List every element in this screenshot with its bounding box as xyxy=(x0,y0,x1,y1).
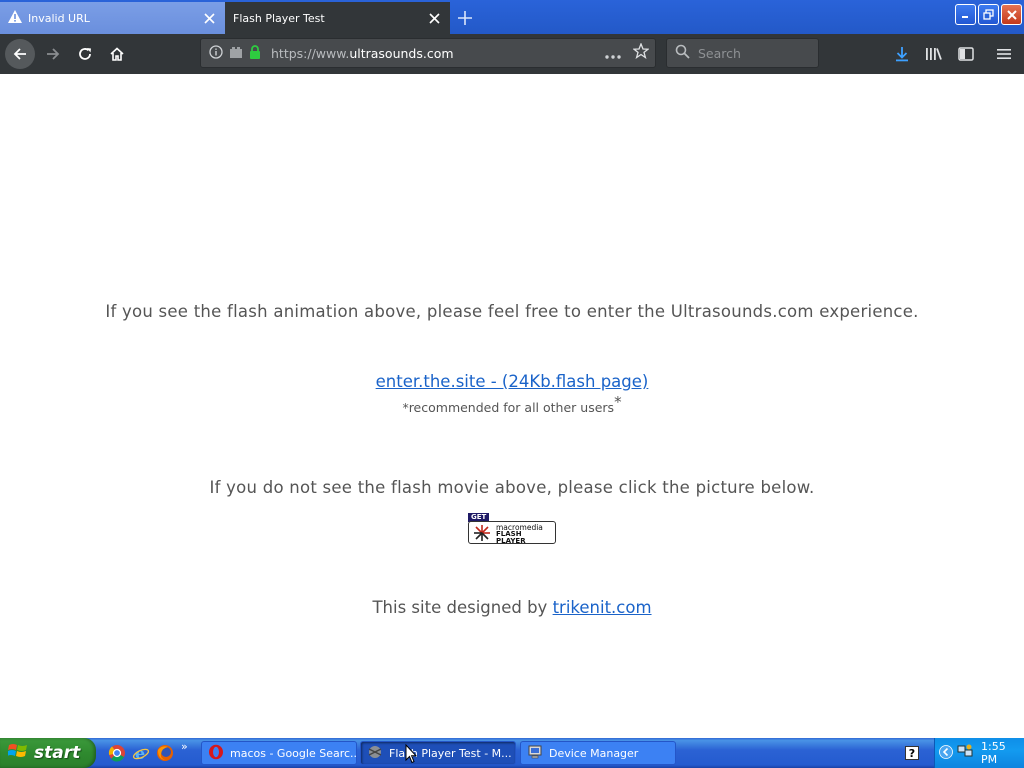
restore-button[interactable] xyxy=(978,4,999,25)
close-tab-icon[interactable] xyxy=(426,10,442,26)
search-icon xyxy=(675,44,690,63)
forward-button[interactable] xyxy=(37,38,69,70)
warning-icon xyxy=(8,10,22,26)
flash-intro-text: If you see the flash animation above, pl… xyxy=(105,302,919,321)
mouse-cursor-icon xyxy=(405,743,418,768)
task-label: Device Manager xyxy=(549,746,639,760)
close-tab-icon[interactable] xyxy=(201,10,217,26)
url-text[interactable]: https://www.ultrasounds.com xyxy=(271,46,605,61)
tab-strip: Invalid URL Flash Player Test xyxy=(0,0,1024,34)
reload-button[interactable] xyxy=(69,38,101,70)
toolbar-right xyxy=(886,38,1020,70)
recommended-text: *recommended for all other users xyxy=(402,400,615,416)
system-tray: 1:55 PM xyxy=(934,738,1024,768)
url-prefix: https://www. xyxy=(271,45,350,61)
window-controls xyxy=(955,4,1022,25)
computer-icon xyxy=(527,744,543,763)
close-window-button[interactable] xyxy=(1001,4,1022,25)
network-icon[interactable] xyxy=(957,743,973,763)
address-bar[interactable]: https://www.ultrasounds.com xyxy=(200,38,656,68)
search-input[interactable]: Search xyxy=(698,46,741,61)
badge-box: macromedia FLASH PLAYER xyxy=(468,521,556,544)
task-label: macos - Google Searc... xyxy=(230,746,357,760)
recommended-star: * xyxy=(614,393,622,411)
task-device-manager[interactable]: Device Manager xyxy=(520,741,676,765)
firefox-icon[interactable] xyxy=(156,744,174,766)
clock[interactable]: 1:55 PM xyxy=(981,740,1024,766)
internet-explorer-icon[interactable]: e xyxy=(132,744,150,766)
designed-by-row: This site designed by trikenit.com xyxy=(0,598,1024,617)
tab-flash-player-test[interactable]: Flash Player Test xyxy=(225,2,450,34)
info-icon[interactable] xyxy=(209,44,223,63)
tray-expand-icon[interactable] xyxy=(939,744,953,763)
task-flash-player-test[interactable]: Flash Player Test - M... xyxy=(360,741,516,765)
tab-invalid-url[interactable]: Invalid URL xyxy=(0,2,225,34)
search-bar[interactable]: Search xyxy=(666,38,819,68)
flash-logo-icon xyxy=(473,524,491,546)
navigation-toolbar: https://www.ultrasounds.com Search xyxy=(0,34,1024,74)
page-content: If you see the flash animation above, pl… xyxy=(0,74,1024,738)
help-icon[interactable]: ? xyxy=(905,746,919,760)
library-icon[interactable] xyxy=(918,38,950,70)
back-button[interactable] xyxy=(5,39,35,69)
url-suffix: .com xyxy=(422,45,454,61)
badge-player-word: PLAYER xyxy=(496,536,526,545)
designer-link[interactable]: trikenit.com xyxy=(553,598,652,617)
start-label: start xyxy=(34,743,81,763)
minimize-button[interactable] xyxy=(955,4,976,25)
menu-icon[interactable] xyxy=(988,38,1020,70)
quick-launch: e xyxy=(108,744,174,766)
start-button[interactable]: start xyxy=(0,738,96,768)
quick-launch-more[interactable]: » xyxy=(181,740,188,753)
task-google-search[interactable]: macos - Google Searc... xyxy=(201,741,357,765)
badge-flash-player: FLASH PLAYER xyxy=(496,531,526,545)
no-flash-text: If you do not see the flash movie above,… xyxy=(209,478,815,497)
downloads-icon[interactable] xyxy=(886,38,918,70)
tab-label: Flash Player Test xyxy=(233,11,325,25)
get-flash-player-badge[interactable]: GET macromedia FLASH PLAYER xyxy=(468,513,556,544)
enter-site-link[interactable]: enter.the.site - (24Kb.flash page) xyxy=(376,372,649,391)
sidebar-icon[interactable] xyxy=(950,38,982,70)
lock-icon[interactable] xyxy=(249,44,261,63)
opera-icon xyxy=(208,744,224,763)
bookmark-star-icon[interactable] xyxy=(632,42,650,63)
recommended-note: *recommended for all other users* xyxy=(0,393,1024,415)
designed-by-text: This site designed by xyxy=(372,598,548,617)
url-domain: ultrasounds xyxy=(349,45,423,61)
chrome-icon[interactable] xyxy=(108,744,126,766)
browser-task-icon xyxy=(367,744,383,763)
taskbar: start e » macos - Google Searc... Flash … xyxy=(0,738,1024,768)
page-actions-icon[interactable] xyxy=(605,44,621,63)
tab-label: Invalid URL xyxy=(28,11,90,25)
new-tab-button[interactable] xyxy=(450,2,480,34)
enter-site-row: enter.the.site - (24Kb.flash page) xyxy=(0,372,1024,391)
permissions-icon[interactable] xyxy=(229,44,243,63)
home-button[interactable] xyxy=(101,38,133,70)
windows-logo-icon xyxy=(7,742,28,764)
